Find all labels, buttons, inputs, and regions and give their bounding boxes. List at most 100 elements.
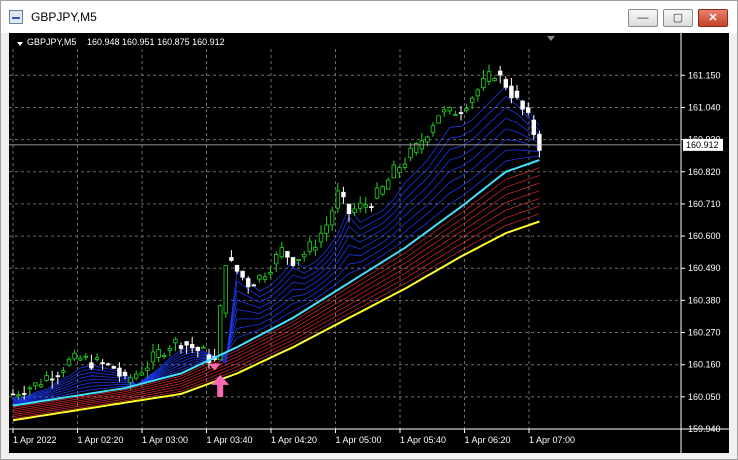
time-tick-label: 1 Apr 06:20 <box>465 435 511 445</box>
candle-body <box>329 210 335 226</box>
candle-body <box>520 100 525 110</box>
candle-body <box>346 203 352 214</box>
candle-body <box>357 202 363 209</box>
red-ribbon-line <box>12 175 540 410</box>
candle-body <box>195 346 200 351</box>
candle-body <box>503 79 508 88</box>
candlesticks <box>10 64 542 400</box>
candle-body <box>251 284 256 287</box>
candle-body <box>139 372 144 376</box>
time-tick-label: 1 Apr 03:40 <box>207 435 253 445</box>
candle-body <box>464 108 469 111</box>
time-tick-label: 1 Apr 05:00 <box>336 435 382 445</box>
candle-body <box>273 254 279 265</box>
candle-body <box>184 341 189 346</box>
candle-body <box>380 186 385 195</box>
candle-body <box>526 107 531 113</box>
price-tick-label: 160.600 <box>688 231 721 241</box>
current-price-label: 160.912 <box>686 140 719 150</box>
candle-body <box>492 78 497 82</box>
red-ribbon-line <box>12 198 540 416</box>
candle-body <box>324 224 329 234</box>
candle-body <box>363 204 368 208</box>
candle-body <box>441 109 447 113</box>
price-chart[interactable]: 161.150161.040160.930160.820160.710160.6… <box>9 33 729 453</box>
close-button[interactable]: ✕ <box>698 9 728 27</box>
candle-body <box>33 382 38 387</box>
candle-body <box>313 247 318 251</box>
candle-body <box>514 90 520 98</box>
candle-body <box>150 351 156 363</box>
candle-body <box>240 270 245 278</box>
candle-body <box>481 78 486 89</box>
candle-body <box>374 187 380 199</box>
candle-body <box>335 190 340 209</box>
window-titlebar[interactable]: GBPJPY,M5 — ▢ ✕ <box>1 1 737 33</box>
price-tick-label: 160.050 <box>688 392 721 402</box>
time-tick-label: 1 Apr 05:40 <box>400 435 446 445</box>
candle-body <box>447 107 452 112</box>
price-tick-label: 161.040 <box>688 102 721 112</box>
chart-window-icon <box>9 10 23 24</box>
price-tick-label: 160.710 <box>688 199 721 209</box>
maximize-button[interactable]: ▢ <box>663 9 693 27</box>
candle-body <box>285 251 290 258</box>
candle-body <box>134 373 139 379</box>
red-ribbon-line <box>12 205 540 417</box>
candle-body <box>497 70 503 76</box>
candle-body <box>430 125 436 133</box>
price-tick-label: 160.490 <box>688 263 721 273</box>
candle-body <box>537 133 542 151</box>
ohlc-readout: 160.948 160.951 160.875 160.912 <box>87 37 225 47</box>
minimize-button[interactable]: — <box>628 9 658 27</box>
candle-body <box>122 371 128 376</box>
chart-shift-icon[interactable] <box>547 36 555 41</box>
chart-menu-icon[interactable] <box>17 42 23 46</box>
time-tick-label: 1 Apr 2022 <box>13 435 57 445</box>
candle-body <box>458 112 464 114</box>
candle-body <box>229 257 234 261</box>
indicator-lines <box>12 159 540 422</box>
symbol-label: GBPJPY,M5 <box>27 37 76 47</box>
price-tick-label: 160.380 <box>688 295 721 305</box>
price-tick-label: 160.160 <box>688 360 721 370</box>
candle-body <box>385 179 391 190</box>
candle-body <box>279 247 284 258</box>
candle-body <box>106 363 111 366</box>
chart-canvas[interactable]: 161.150161.040160.930160.820160.710160.6… <box>9 33 729 453</box>
window-title: GBPJPY,M5 <box>31 10 97 24</box>
price-tick-label: 159.940 <box>688 424 721 434</box>
candle-body <box>257 274 262 280</box>
candle-body <box>72 352 77 360</box>
candle-body <box>161 355 167 357</box>
price-tick-label: 161.150 <box>688 70 721 80</box>
candle-body <box>341 191 346 198</box>
time-tick-label: 1 Apr 03:00 <box>142 435 188 445</box>
candle-body <box>391 164 396 179</box>
candle-body <box>89 362 94 369</box>
candle-body <box>301 254 307 258</box>
candle-body <box>145 367 150 371</box>
candle-body <box>100 362 105 365</box>
candle-body <box>201 346 206 349</box>
candle-body <box>50 378 55 381</box>
candle-body <box>61 370 66 373</box>
candle-body <box>397 167 402 173</box>
candle-body <box>128 377 133 383</box>
time-tick-label: 1 Apr 02:20 <box>78 435 124 445</box>
price-tick-label: 160.270 <box>688 328 721 338</box>
time-axis: 1 Apr 2022 1 Apr 02:20 1 Apr 03:00 1 Apr 03… <box>12 429 575 445</box>
blue-ribbon-line <box>12 85 540 399</box>
candle-body <box>369 206 374 208</box>
candle-body <box>21 393 27 395</box>
candle-body <box>290 257 296 266</box>
candle-body <box>189 344 195 349</box>
candle-body <box>509 85 514 99</box>
candle-body <box>408 147 413 159</box>
time-tick-label: 1 Apr 07:00 <box>529 435 575 445</box>
candle-body <box>10 393 16 396</box>
chart-window: GBPJPY,M5 — ▢ ✕ 161.150161.040160.930160… <box>0 0 738 460</box>
candle-body <box>268 272 273 275</box>
candle-body <box>436 115 441 124</box>
candle-body <box>55 375 60 378</box>
